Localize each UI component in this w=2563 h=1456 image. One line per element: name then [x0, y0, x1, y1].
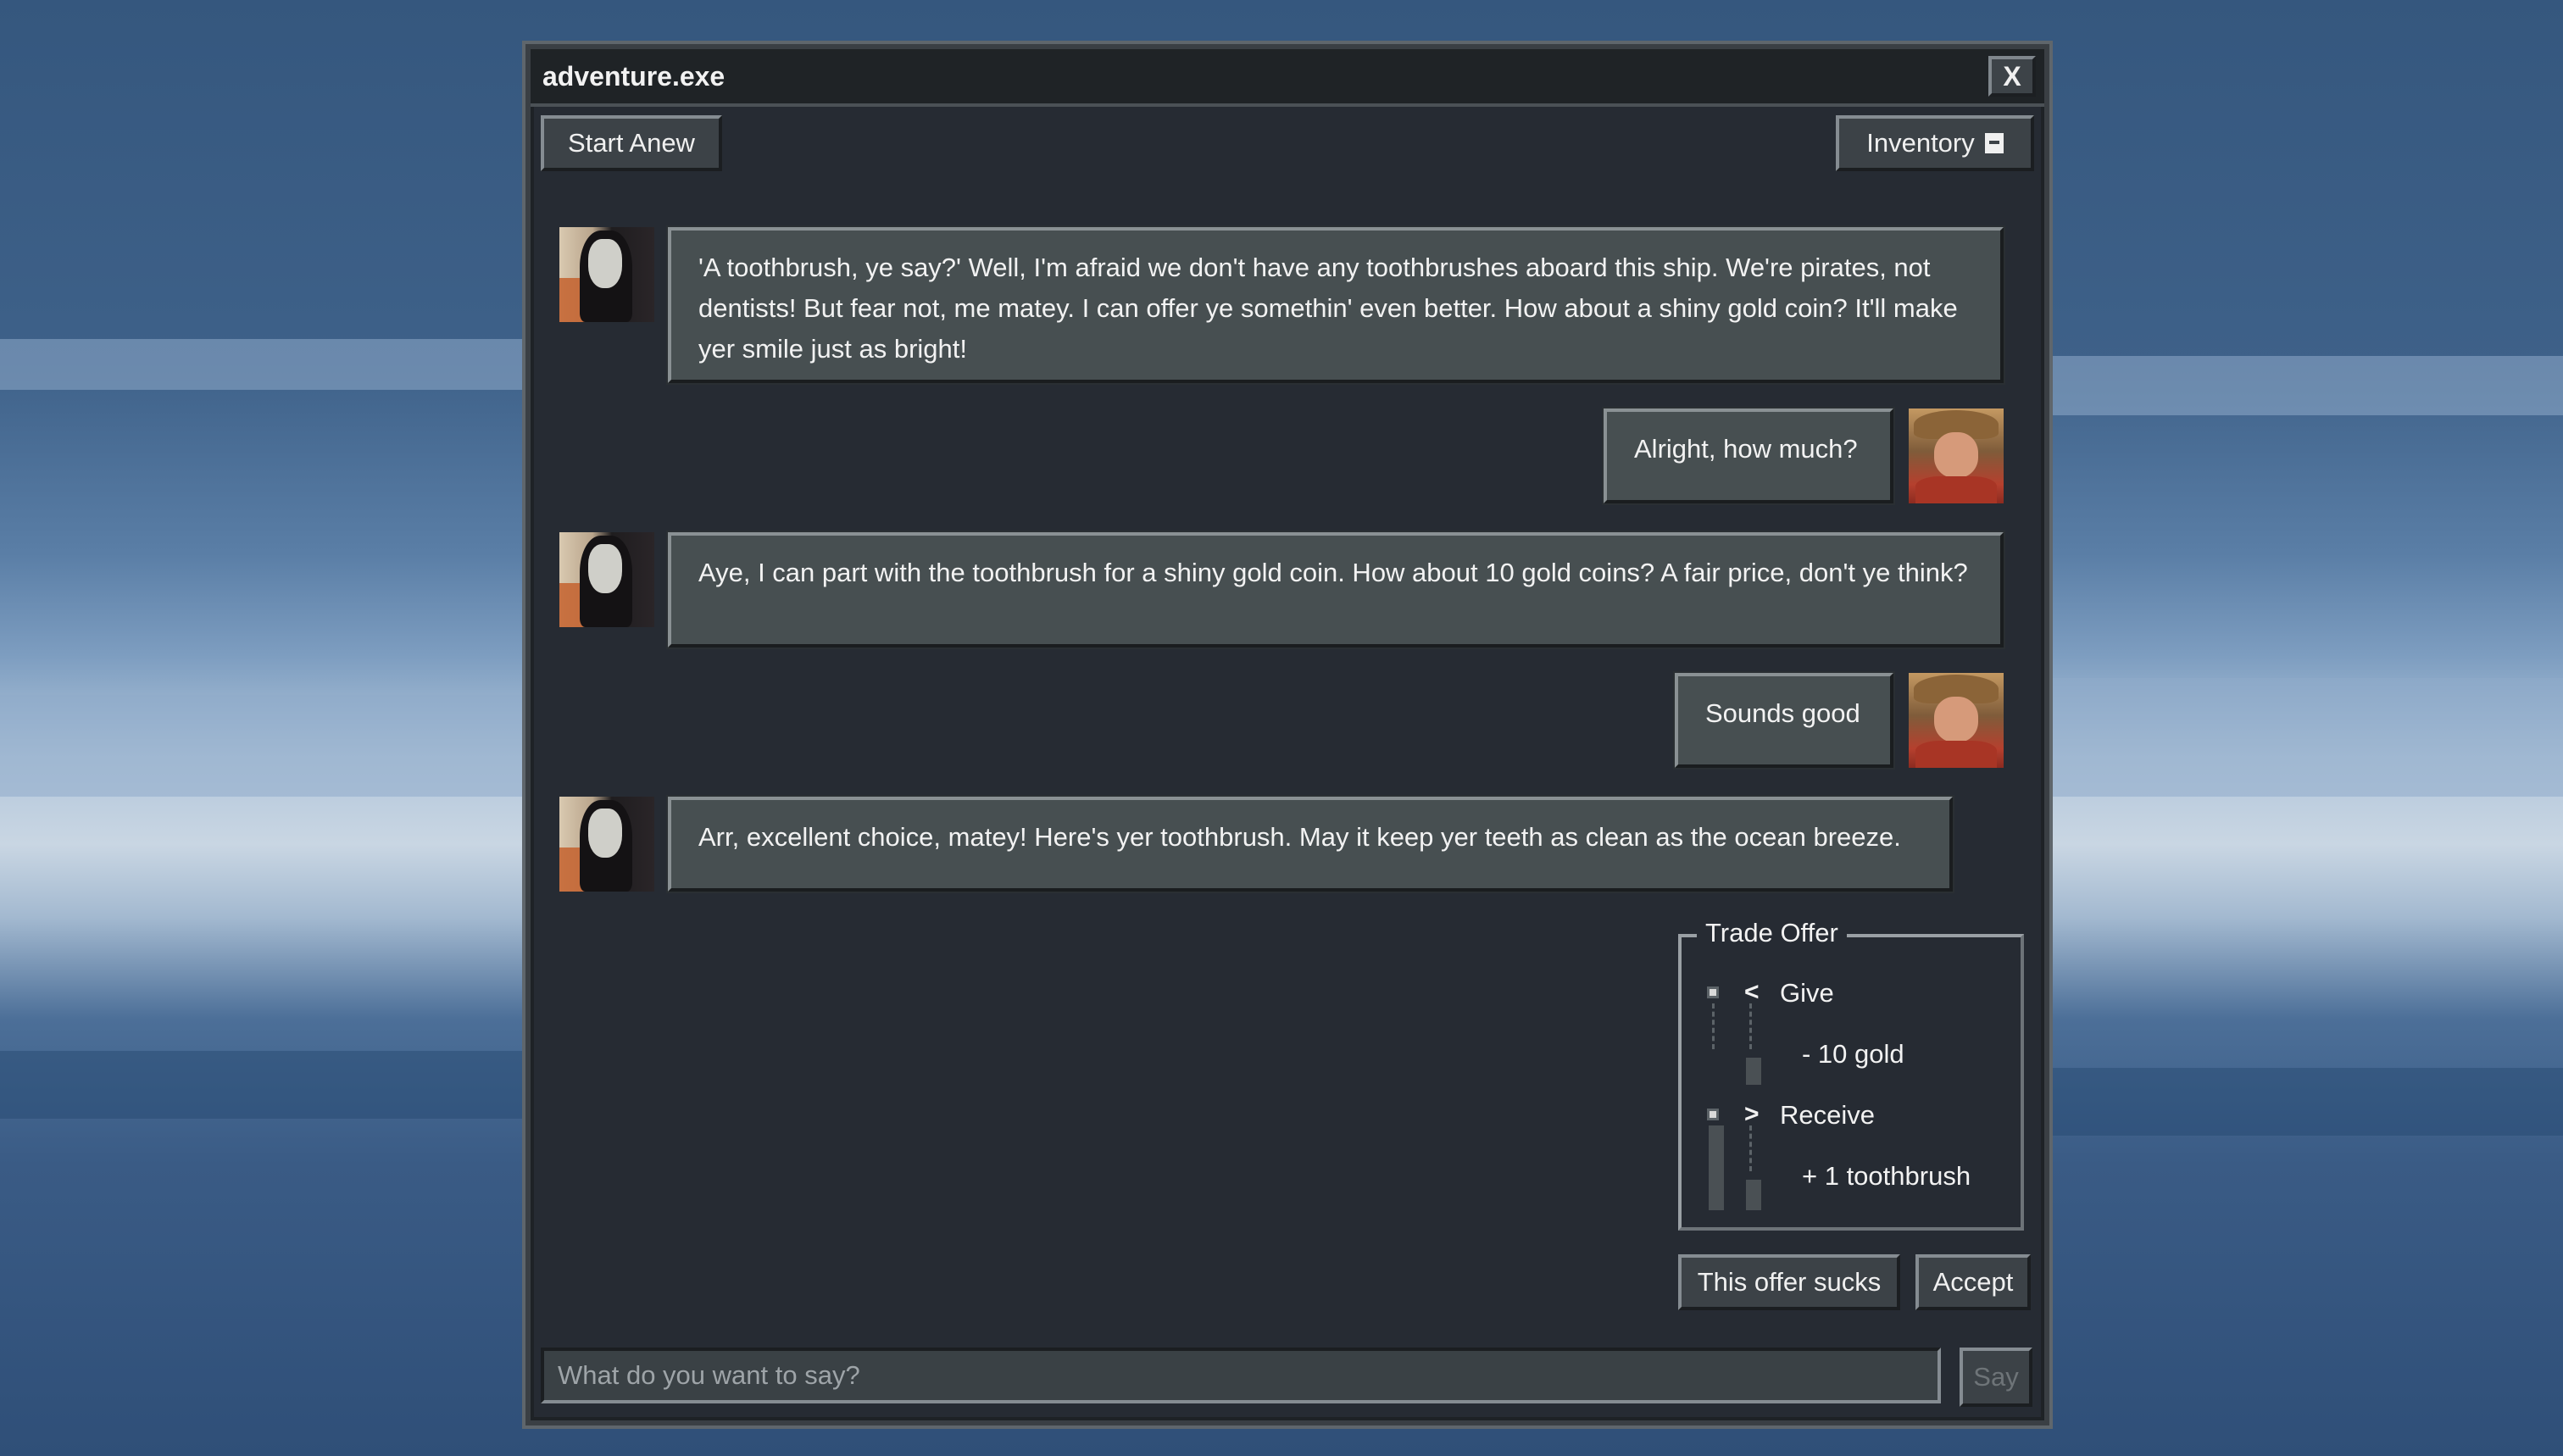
- receive-expander[interactable]: [1707, 1109, 1719, 1120]
- receive-arrow-icon: >: [1744, 1100, 1760, 1128]
- say-button[interactable]: Say: [1960, 1348, 2032, 1407]
- chat-input[interactable]: [541, 1348, 1941, 1403]
- background-cloud: [2039, 356, 2563, 415]
- tree-connector: [1746, 1180, 1761, 1210]
- background-wave: [2039, 1068, 2563, 1136]
- adventure-window: adventure.exe X Start Anew Inventory 'A …: [525, 44, 2049, 1425]
- receive-label: Receive: [1780, 1100, 1875, 1130]
- give-expander[interactable]: [1707, 986, 1719, 998]
- close-button[interactable]: X: [1988, 56, 2036, 97]
- tree-connector: [1746, 1058, 1761, 1085]
- npc-message: Aye, I can part with the toothbrush for …: [668, 532, 2004, 647]
- user-message: Sounds good: [1675, 673, 1893, 768]
- background-cloud: [0, 339, 525, 390]
- tree-connector: [1712, 1003, 1715, 1049]
- npc-avatar: [559, 532, 654, 627]
- receive-item: + 1 toothbrush: [1802, 1161, 1971, 1191]
- tree-connector: [1749, 1125, 1752, 1171]
- tree-connector: [1749, 1003, 1752, 1049]
- archive-icon: [1984, 133, 2004, 153]
- inventory-button[interactable]: Inventory: [1836, 115, 2034, 171]
- trade-offer-legend: Trade Offer: [1697, 915, 1847, 951]
- background-cloud: [2039, 678, 2563, 797]
- inventory-label: Inventory: [1866, 128, 1975, 158]
- npc-message: Arr, excellent choice, matey! Here's yer…: [668, 797, 1953, 892]
- user-avatar: [1909, 673, 2004, 768]
- tree-connector: [1709, 1125, 1724, 1210]
- give-arrow-icon: <: [1744, 978, 1760, 1006]
- accept-offer-button[interactable]: Accept: [1915, 1254, 2031, 1310]
- window-title: adventure.exe: [542, 61, 726, 92]
- npc-avatar: [559, 797, 654, 892]
- give-label: Give: [1780, 978, 1834, 1008]
- title-bar: adventure.exe X: [531, 49, 2044, 107]
- user-avatar: [1909, 408, 2004, 503]
- npc-avatar: [559, 227, 654, 322]
- user-message: Alright, how much?: [1604, 408, 1893, 503]
- give-item: - 10 gold: [1802, 1039, 1904, 1069]
- background-wave: [0, 1051, 525, 1119]
- npc-message: 'A toothbrush, ye say?' Well, I'm afraid…: [668, 227, 2004, 383]
- background-cloud: [0, 695, 525, 797]
- reject-offer-button[interactable]: This offer sucks: [1678, 1254, 1900, 1310]
- start-anew-button[interactable]: Start Anew: [541, 115, 722, 171]
